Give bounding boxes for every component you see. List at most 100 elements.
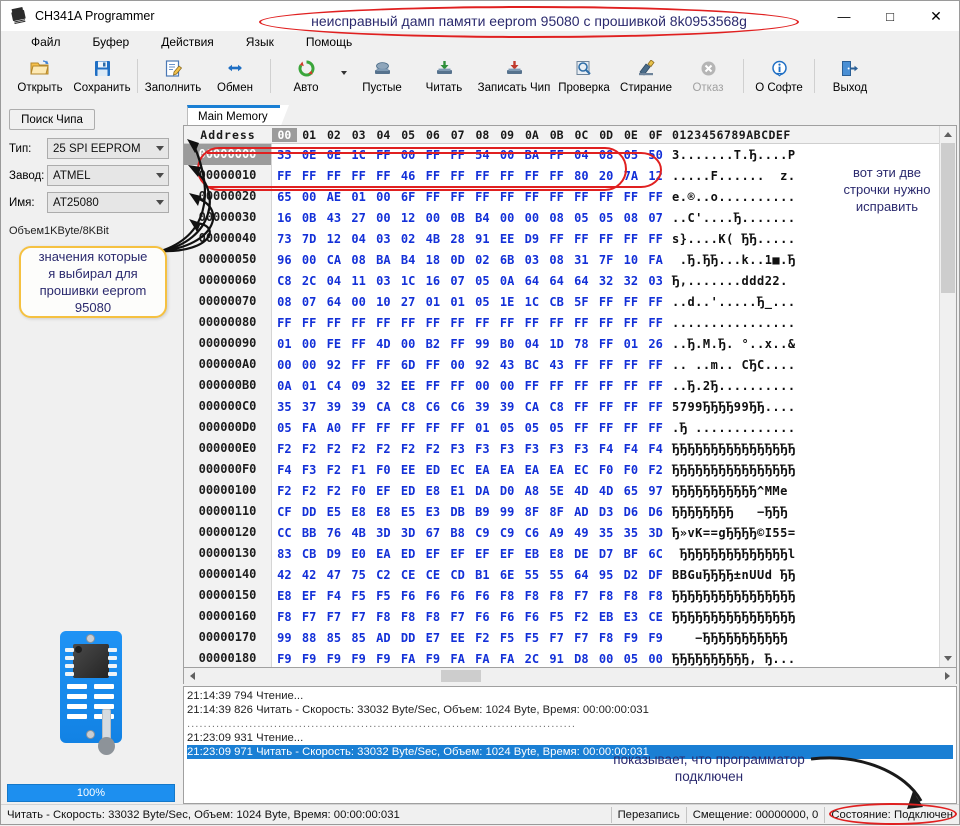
hex-byte-cell[interactable]: FF xyxy=(569,358,594,372)
hex-byte-cell[interactable]: FF xyxy=(371,421,396,435)
hex-byte-cell[interactable]: F8 xyxy=(520,589,545,603)
hex-byte-cell[interactable]: 00 xyxy=(495,148,520,162)
chip-name-select[interactable]: AT25080 xyxy=(47,192,169,213)
hex-byte-cell[interactable]: F7 xyxy=(322,610,347,624)
hex-byte-cell[interactable]: FF xyxy=(346,316,371,330)
hex-row-ascii[interactable]: ................ xyxy=(668,316,939,330)
hex-byte-cell[interactable]: 64 xyxy=(569,568,594,582)
hex-row[interactable]: 00000170 99 88 85 85 AD DD E7 EE F2 F5 F5 F7 F7 F8 F9 F9… xyxy=(184,627,939,648)
hex-byte-cell[interactable]: C8 xyxy=(544,400,569,414)
hex-row-ascii[interactable]: ..d..'.....Ђ_... xyxy=(668,295,939,309)
hex-byte-cell[interactable]: F7 xyxy=(544,631,569,645)
hex-byte-cell[interactable]: 5E xyxy=(544,484,569,498)
log-line[interactable]: 21:23:09 931 Чтение... xyxy=(187,731,953,745)
hex-byte-cell[interactable]: 1C xyxy=(346,148,371,162)
hex-byte-cell[interactable]: 32 xyxy=(619,274,644,288)
hex-byte-cell[interactable]: A0 xyxy=(322,421,347,435)
hex-byte-cell[interactable]: FF xyxy=(445,379,470,393)
log-pane[interactable]: 21:14:39 794 Чтение... 21:14:39 826 Читат… xyxy=(183,686,957,804)
hex-byte-cell[interactable]: 65 xyxy=(272,190,297,204)
hex-byte-cell[interactable]: FF xyxy=(594,295,619,309)
hex-row-bytes[interactable]: 42 42 47 75 C2 CE CE CD B1 6E 55 55 64 95 D2 DF xyxy=(272,568,668,582)
hex-row-bytes[interactable]: F4 F3 F2 F1 F0 EE ED EC EA EA EA EA EC F0 F0 F2 xyxy=(272,463,668,477)
hex-row-bytes[interactable]: CF DD E5 E8 E8 E5 E3 DB B9 99 8F 8F AD D3 D6 D6 xyxy=(272,505,668,519)
hex-byte-cell[interactable]: FF xyxy=(619,295,644,309)
hex-byte-cell[interactable]: F7 xyxy=(569,631,594,645)
hex-byte-cell[interactable]: F8 xyxy=(272,610,297,624)
hex-byte-cell[interactable]: F2 xyxy=(346,442,371,456)
hex-row-ascii[interactable]: Ђ,.......ddd22. xyxy=(668,274,939,288)
hex-byte-cell[interactable]: 35 xyxy=(619,526,644,540)
scroll-right-icon[interactable] xyxy=(939,669,956,683)
hex-byte-cell[interactable]: B2 xyxy=(421,337,446,351)
hex-byte-cell[interactable]: B4 xyxy=(396,253,421,267)
hex-row-bytes[interactable]: 16 0B 43 27 00 12 00 0B B4 00 00 08 05 05 08 07 xyxy=(272,211,668,225)
hex-byte-cell[interactable]: 00 xyxy=(272,358,297,372)
hex-byte-cell[interactable]: F5 xyxy=(520,631,545,645)
hex-byte-cell[interactable]: F7 xyxy=(297,610,322,624)
minimize-button[interactable]: — xyxy=(821,1,867,31)
hex-byte-cell[interactable]: 00 xyxy=(594,652,619,666)
hex-byte-cell[interactable]: FF xyxy=(445,421,470,435)
hex-byte-cell[interactable]: F5 xyxy=(495,631,520,645)
hex-byte-cell[interactable]: F9 xyxy=(371,652,396,666)
hex-row[interactable]: 00000030 16 0B 43 27 00 12 00 0B B4 00 00 08 05 05 08 07… xyxy=(184,207,939,228)
hex-byte-cell[interactable]: 35 xyxy=(594,526,619,540)
hex-byte-cell[interactable]: FF xyxy=(569,400,594,414)
hex-byte-cell[interactable]: 08 xyxy=(544,253,569,267)
hex-byte-cell[interactable]: F9 xyxy=(297,652,322,666)
hex-byte-cell[interactable]: 32 xyxy=(594,274,619,288)
hex-byte-cell[interactable]: 7F xyxy=(594,253,619,267)
hex-byte-cell[interactable]: 99 xyxy=(495,505,520,519)
hex-byte-cell[interactable]: 47 xyxy=(322,568,347,582)
close-button[interactable]: ✕ xyxy=(913,1,959,31)
hex-byte-cell[interactable]: EA xyxy=(371,547,396,561)
tab-main-memory[interactable]: Main Memory xyxy=(187,105,289,128)
search-chip-button[interactable]: Поиск Чипа xyxy=(9,109,95,130)
hex-byte-cell[interactable]: E8 xyxy=(346,505,371,519)
hex-byte-cell[interactable]: BA xyxy=(371,253,396,267)
hex-byte-cell[interactable]: FF xyxy=(643,232,668,246)
hex-row-ascii[interactable]: ЂЂЂЂЂЂЂЂЂЂЂЂЂЂЂЂ xyxy=(668,610,939,624)
hex-byte-cell[interactable]: E8 xyxy=(272,589,297,603)
hex-byte-cell[interactable]: F6 xyxy=(470,589,495,603)
hex-byte-cell[interactable]: 43 xyxy=(495,358,520,372)
toolbar-button-about[interactable]: О Софте xyxy=(748,53,810,94)
hex-row-ascii[interactable]: BBGuЂЂЂЂ±nUUd ЂЂ xyxy=(668,568,939,582)
hex-row[interactable]: 00000000 33 0E 0E 1C FF 00 FF FF 54 00 BA FF 04 08 05 50… xyxy=(184,144,939,165)
hex-byte-cell[interactable]: ED xyxy=(396,547,421,561)
hex-byte-cell[interactable]: 85 xyxy=(322,631,347,645)
hex-byte-cell[interactable]: CE xyxy=(421,568,446,582)
hex-row[interactable]: 00000020 65 00 AE 01 00 6F FF FF FF FF FF FF FF FF FF FF… xyxy=(184,186,939,207)
hex-byte-cell[interactable]: BC xyxy=(520,358,545,372)
hex-byte-cell[interactable]: FA xyxy=(643,253,668,267)
hex-byte-cell[interactable]: 99 xyxy=(272,631,297,645)
hex-byte-cell[interactable]: B8 xyxy=(445,526,470,540)
hex-byte-cell[interactable]: FF xyxy=(421,190,446,204)
hex-byte-cell[interactable]: 64 xyxy=(520,274,545,288)
hex-byte-cell[interactable]: AE xyxy=(322,190,347,204)
hex-byte-cell[interactable]: 31 xyxy=(569,253,594,267)
hex-row-ascii[interactable]: ЂЂЂЂЂЂЂЂЂЂЂЂЂЂЂЂ xyxy=(668,463,939,477)
hex-byte-cell[interactable]: FF xyxy=(544,232,569,246)
hex-byte-cell[interactable]: BF xyxy=(619,547,644,561)
hex-row[interactable]: 00000010 FF FF FF FF FF 46 FF FF FF FF FF FF 80 20 7A 12… xyxy=(184,165,939,186)
hex-byte-cell[interactable]: CA xyxy=(322,253,347,267)
hex-byte-cell[interactable]: E5 xyxy=(322,505,347,519)
hex-byte-cell[interactable]: 0A xyxy=(272,379,297,393)
hex-byte-cell[interactable]: FF xyxy=(520,379,545,393)
hex-byte-cell[interactable]: F1 xyxy=(346,463,371,477)
hex-byte-cell[interactable]: 04 xyxy=(346,232,371,246)
hex-byte-cell[interactable]: 96 xyxy=(272,253,297,267)
hex-row-bytes[interactable]: F2 F2 F2 F0 EF ED E8 E1 DA D0 A8 5E 4D 4D 65 97 xyxy=(272,484,668,498)
hex-byte-cell[interactable]: 6C xyxy=(643,547,668,561)
hex-byte-cell[interactable]: FF xyxy=(421,421,446,435)
hex-byte-cell[interactable]: 0D xyxy=(445,253,470,267)
hex-byte-cell[interactable]: CB xyxy=(297,547,322,561)
hex-byte-cell[interactable]: E7 xyxy=(421,631,446,645)
hex-byte-cell[interactable]: FF xyxy=(371,358,396,372)
hex-byte-cell[interactable]: 05 xyxy=(495,421,520,435)
hex-byte-cell[interactable]: D9 xyxy=(520,232,545,246)
hex-byte-cell[interactable]: F9 xyxy=(272,652,297,666)
hex-byte-cell[interactable]: FF xyxy=(520,190,545,204)
